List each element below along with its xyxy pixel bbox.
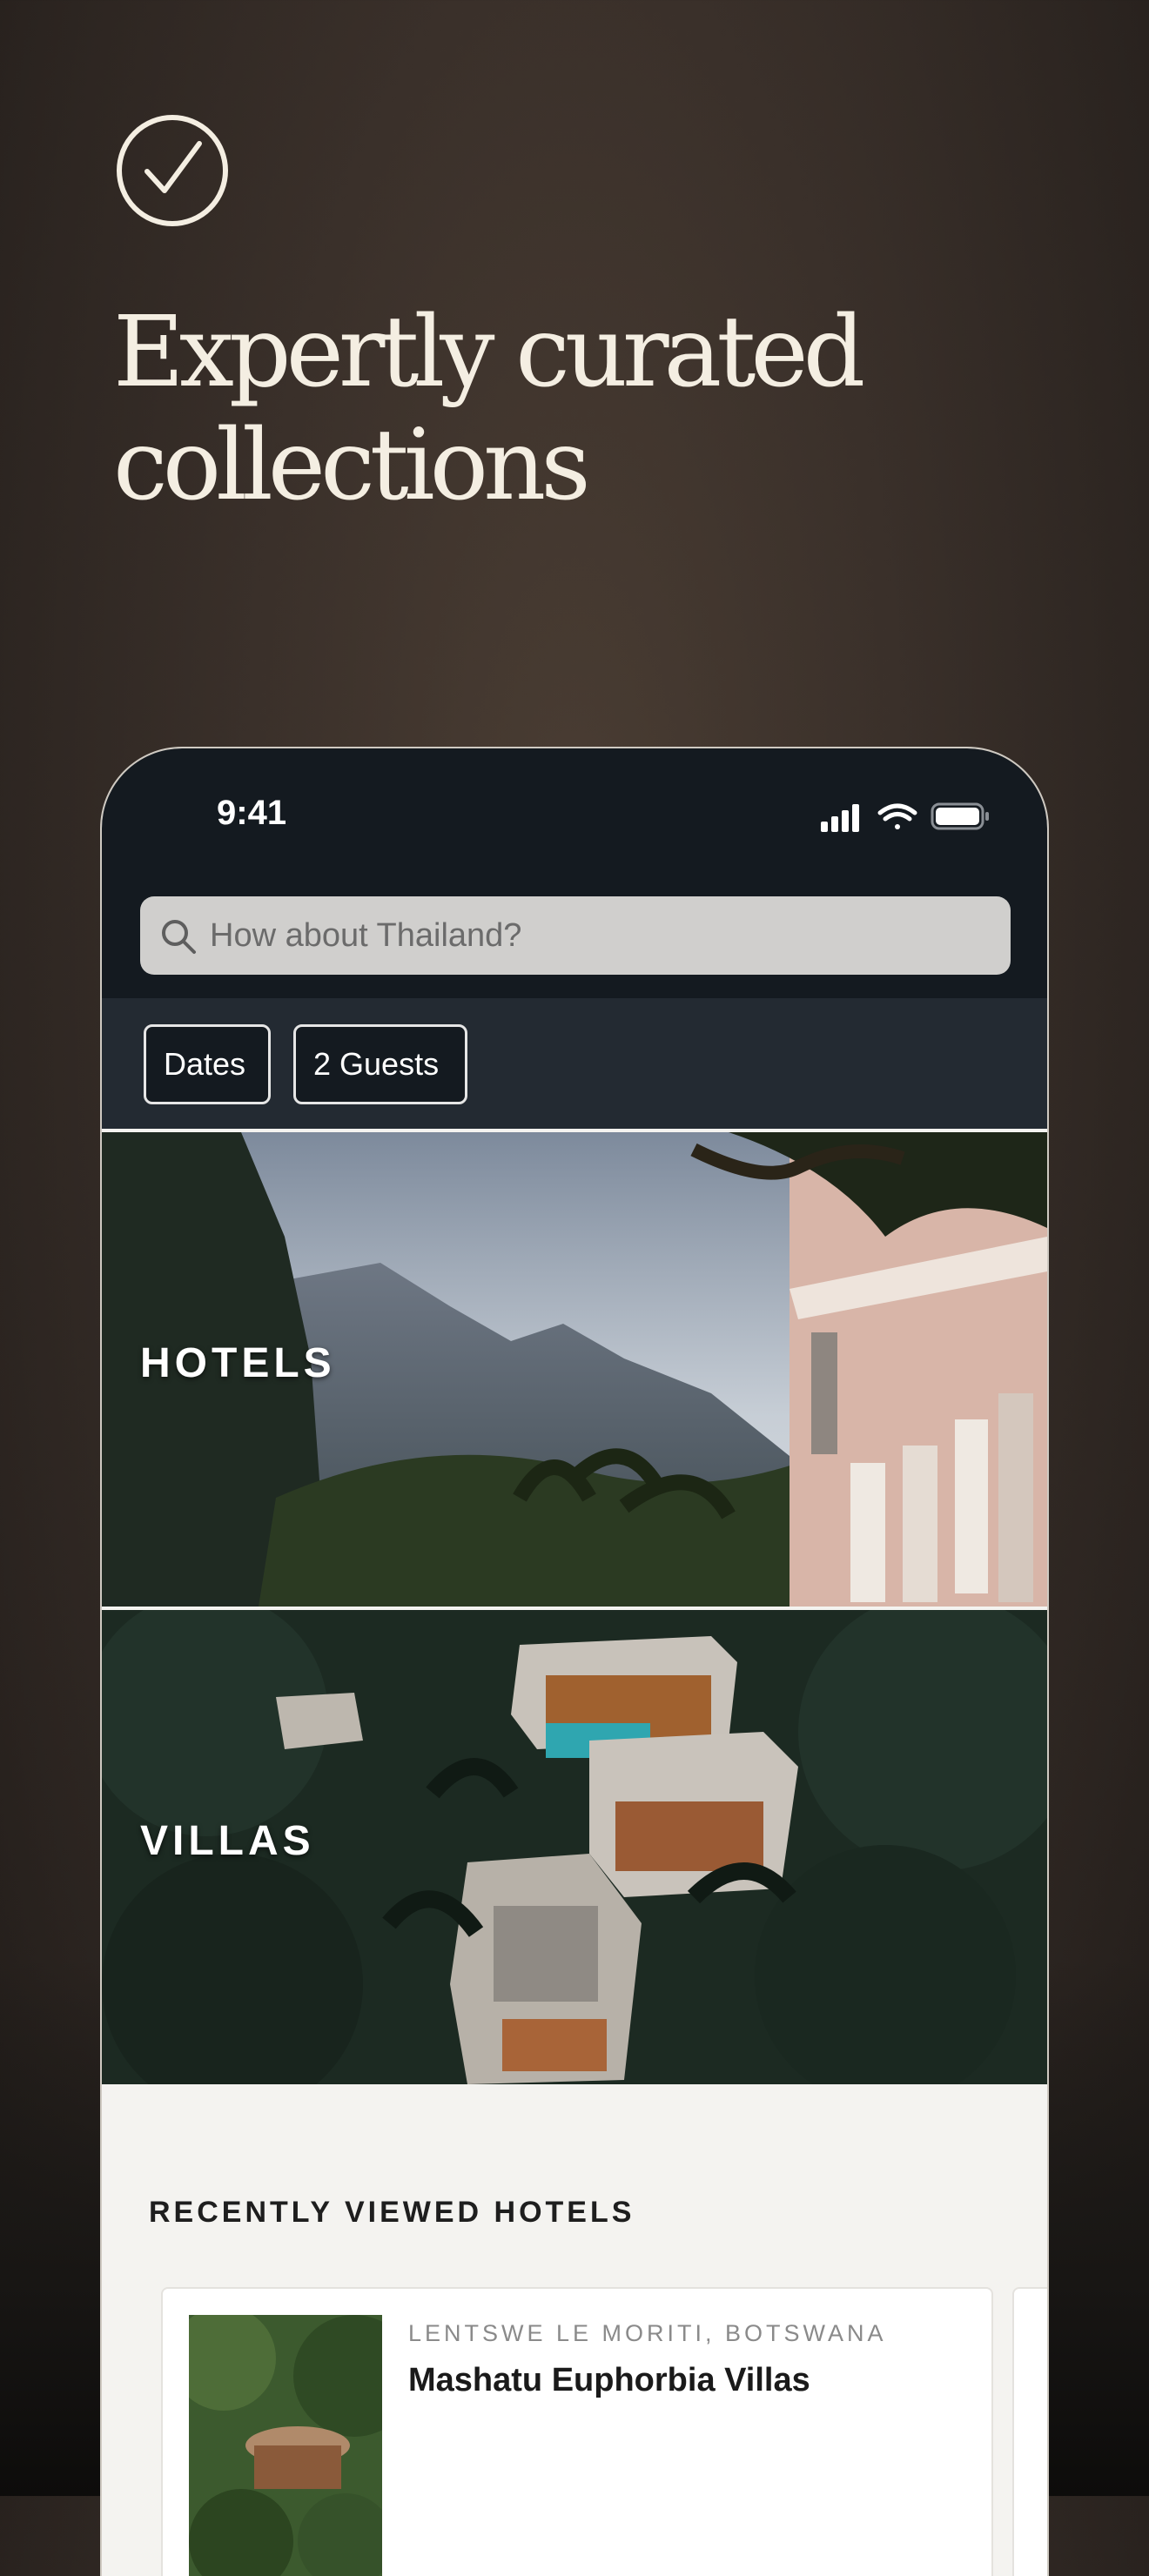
dates-button[interactable]: Dates — [144, 1024, 271, 1104]
status-time: 9:41 — [217, 794, 287, 832]
search-input[interactable]: How about Thailand? — [140, 896, 1011, 975]
app-header: 9:41 How about Thailand? — [102, 748, 1047, 998]
wifi-icon — [877, 803, 917, 829]
hotels-collection-tile[interactable]: HOTELS — [102, 1132, 1047, 1607]
search-icon — [162, 920, 196, 954]
battery-icon — [931, 802, 989, 830]
recent-hotel-card[interactable]: LENTSWE LE MORITI, BOTSWANA Mashatu Euph… — [161, 2287, 993, 2576]
check-circle-icon — [117, 115, 228, 226]
villas-label: VILLAS — [140, 1818, 315, 1864]
hotel-name: Mashatu Euphorbia Villas — [408, 2362, 810, 2398]
hero-headline: Expertly curated collections — [113, 296, 865, 522]
hotels-label: HOTELS — [140, 1340, 336, 1386]
search-placeholder: How about Thailand? — [210, 917, 522, 954]
status-icons — [821, 802, 989, 832]
hotel-location: LENTSWE LE MORITI, BOTSWANA — [408, 2320, 887, 2346]
recent-section-title: RECENTLY VIEWED HOTELS — [149, 2196, 635, 2229]
filter-bar: Dates 2 Guests — [102, 998, 1047, 1129]
signal-icon — [821, 804, 859, 832]
guests-button[interactable]: 2 Guests — [293, 1024, 467, 1104]
villas-collection-tile[interactable]: VILLAS — [102, 1610, 1047, 2084]
phone-mockup: 9:41 How about Thailand? Dates 2 Guests … — [102, 748, 1047, 2576]
hotel-thumbnail — [189, 2315, 382, 2576]
recent-hotel-card-next[interactable] — [1012, 2287, 1047, 2576]
